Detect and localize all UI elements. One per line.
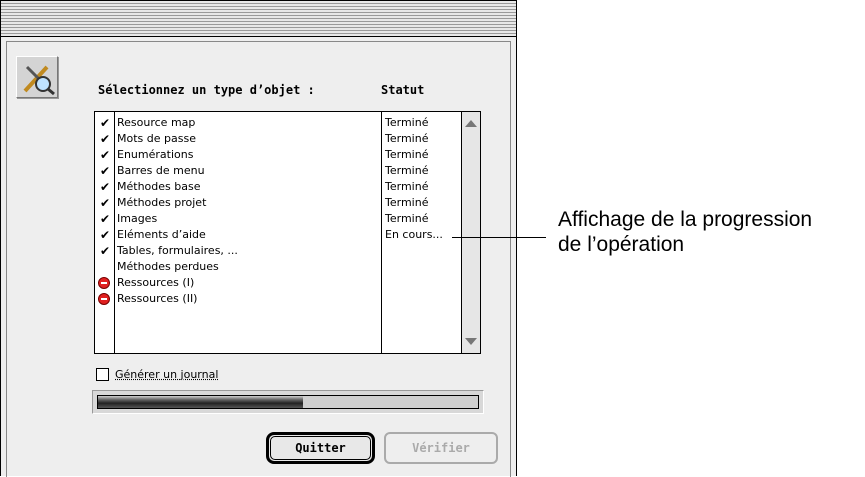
list-item-status: En cours... [385,228,443,241]
callout-text: Affichage de la progression de l’opérati… [558,207,812,257]
vertical-scrollbar[interactable] [461,112,480,353]
object-type-list[interactable]: ✔ Resource map Terminé ✔ Mots de passe Termin… [94,111,481,354]
object-type-header: Sélectionnez un type d’objet : [98,83,315,97]
progress-bar-fill [98,396,304,408]
log-checkbox-label[interactable]: Générer un journal [115,367,218,383]
list-item-label: Ressources (I) [117,276,195,289]
list-item-status: Terminé [385,196,429,209]
checkmark-icon: ✔ [99,196,111,210]
checkmark-icon: ✔ [99,148,111,162]
status-header: Statut [381,83,425,97]
progress-bar [97,395,479,409]
list-item[interactable]: ✔ Méthodes projet Terminé [95,195,461,211]
list-item-label: Méthodes projet [117,196,207,209]
list-item[interactable]: Méthodes perdues [95,259,461,275]
wrench-magnifier-icon [23,65,55,96]
list-item[interactable]: ✔ Méthodes base Terminé [95,179,461,195]
list-item-label: Ressources (II) [117,292,198,305]
list-item-label: Resource map [117,116,196,129]
list-item-label: Eléments d’aide [117,228,206,241]
list-item-label: Tables, formulaires, ... [117,244,238,257]
list-item-label: Méthodes base [117,180,201,193]
checkmark-icon: ✔ [99,212,111,226]
list-item-status: Terminé [385,212,429,225]
verify-button[interactable]: Vérifier [384,432,498,464]
scroll-up-icon[interactable] [465,120,477,127]
callout-line-2: de l’opération [558,233,685,256]
list-item-label: Mots de passe [117,132,196,145]
checkmark-icon: ✔ [99,180,111,194]
progress-frame [92,390,484,414]
list-item[interactable]: ✔ Images Terminé [95,211,461,227]
stop-sign-icon [98,293,110,305]
checkmark-icon: ✔ [99,228,111,242]
checkmark-icon: ✔ [99,164,111,178]
list-item[interactable]: Ressources (II) [95,291,461,307]
list-item[interactable]: ✔ Enumérations Terminé [95,147,461,163]
quit-button-label: Quitter [270,436,371,460]
list-item-status: Terminé [385,132,429,145]
log-checkbox[interactable] [96,368,109,381]
callout-leader-line [452,237,546,238]
title-bar[interactable] [1,1,516,37]
tool-icon [16,56,58,98]
list-item-label: Méthodes perdues [117,260,219,273]
list-item[interactable]: Ressources (I) [95,275,461,291]
list-item[interactable]: ✔ Mots de passe Terminé [95,131,461,147]
checkmark-icon: ✔ [99,132,111,146]
list-item[interactable]: ✔ Eléments d’aide En cours... [95,227,461,243]
list-item[interactable]: ✔ Barres de menu Terminé [95,163,461,179]
list-item-label: Barres de menu [117,164,205,177]
stop-sign-icon [98,277,110,289]
scroll-down-icon[interactable] [465,338,477,345]
list-item[interactable]: ✔ Resource map Terminé [95,115,461,131]
list-item-status: Terminé [385,148,429,161]
list-item-label: Images [117,212,158,225]
checkmark-icon: ✔ [99,244,111,258]
list-item[interactable]: ✔ Tables, formulaires, ... [95,243,461,259]
quit-button[interactable]: Quitter [266,432,375,464]
list-item-label: Enumérations [117,148,194,161]
callout-line-1: Affichage de la progression [558,208,813,231]
list-item-status: Terminé [385,116,429,129]
list-item-status: Terminé [385,180,429,193]
checkmark-icon: ✔ [99,116,111,130]
list-item-status: Terminé [385,164,429,177]
